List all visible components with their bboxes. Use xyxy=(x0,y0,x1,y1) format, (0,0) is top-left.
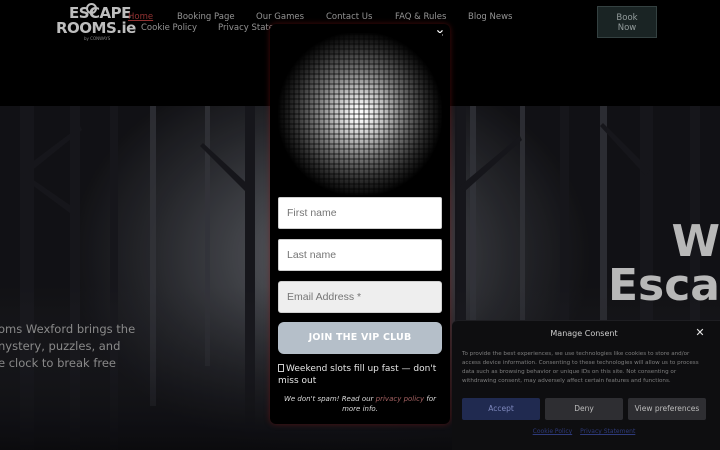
first-name-input[interactable] xyxy=(278,197,442,229)
privacy-policy-link[interactable]: privacy policy xyxy=(376,395,425,403)
consent-cookie-policy-link[interactable]: Cookie Policy xyxy=(533,428,573,435)
consent-privacy-statement-link[interactable]: Privacy Statement xyxy=(580,428,635,435)
missing-glyph-icon xyxy=(278,364,284,372)
no-spam-prefix: We don't spam! Read our xyxy=(283,395,376,403)
consent-deny-button[interactable]: Deny xyxy=(545,398,623,420)
last-name-input[interactable] xyxy=(278,239,442,271)
email-input[interactable] xyxy=(278,281,442,313)
consent-accept-button[interactable]: Accept xyxy=(462,398,540,420)
weekend-slots-note: Weekend slots fill up fast — don't miss … xyxy=(278,363,442,387)
consent-title: Manage Consent xyxy=(550,329,618,338)
consent-close-icon[interactable]: ✕ xyxy=(694,327,706,339)
consent-view-preferences-button[interactable]: View preferences xyxy=(628,398,706,420)
no-spam-notice: We don't spam! Read our privacy policy f… xyxy=(278,394,442,414)
consent-description: To provide the best experiences, we use … xyxy=(462,351,699,384)
join-vip-club-button[interactable]: JOIN THE VIP CLUB xyxy=(278,322,442,354)
weekend-slots-text: Weekend slots fill up fast — don't miss … xyxy=(278,364,437,386)
popup-glowing-light-image xyxy=(278,33,442,195)
consent-links: Cookie Policy Privacy Statement xyxy=(462,428,706,435)
